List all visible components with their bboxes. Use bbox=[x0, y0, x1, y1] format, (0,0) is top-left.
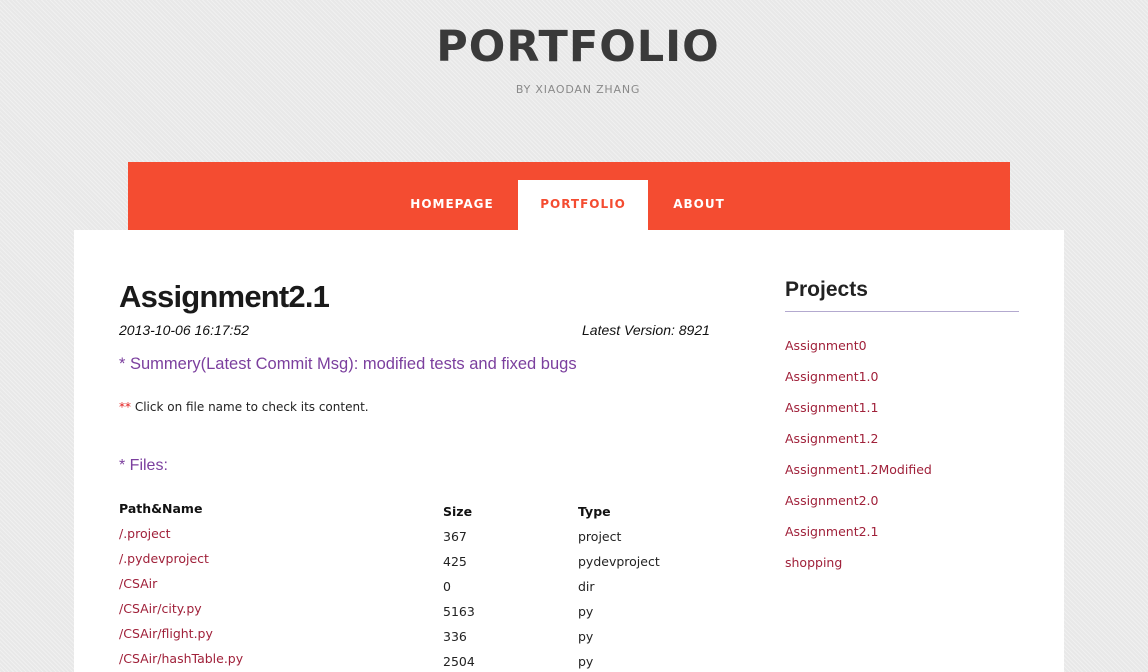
file-size: 425 bbox=[443, 554, 467, 569]
file-type: dir bbox=[578, 579, 595, 594]
file-link[interactable]: /CSAir/hashTable.py bbox=[119, 651, 243, 666]
sidebar-divider bbox=[785, 311, 1019, 312]
file-size: 5163 bbox=[443, 604, 475, 619]
project-link-shopping[interactable]: shopping bbox=[785, 555, 842, 570]
sidebar-title: Projects bbox=[785, 278, 868, 301]
file-size: 2504 bbox=[443, 654, 475, 669]
post-date: 2013-10-06 16:17:52 bbox=[119, 322, 249, 338]
file-link[interactable]: /CSAir/city.py bbox=[119, 601, 202, 616]
project-link-assignment2-1[interactable]: Assignment2.1 bbox=[785, 524, 878, 539]
project-link-assignment2-0[interactable]: Assignment2.0 bbox=[785, 493, 878, 508]
file-type: pydevproject bbox=[578, 554, 660, 569]
file-link[interactable]: /CSAir/flight.py bbox=[119, 626, 213, 641]
column-header-type: Type bbox=[578, 504, 611, 519]
file-size: 367 bbox=[443, 529, 467, 544]
note-stars: ** bbox=[119, 400, 131, 414]
nav-about[interactable]: ABOUT bbox=[654, 180, 744, 230]
files-heading: * Files: bbox=[119, 457, 168, 474]
project-link-assignment1-2-modified[interactable]: Assignment1.2Modified bbox=[785, 462, 932, 477]
file-type: py bbox=[578, 604, 594, 619]
column-header-size: Size bbox=[443, 504, 473, 519]
file-size: 0 bbox=[443, 579, 451, 594]
file-type: project bbox=[578, 529, 622, 544]
file-type: py bbox=[578, 654, 594, 669]
project-link-assignment0[interactable]: Assignment0 bbox=[785, 338, 867, 353]
post-title: Assignment2.1 bbox=[119, 279, 330, 314]
project-link-assignment1-2[interactable]: Assignment1.2 bbox=[785, 431, 878, 446]
instruction-note: ** Click on file name to check its conte… bbox=[119, 400, 369, 414]
file-size: 336 bbox=[443, 629, 467, 644]
note-text: Click on file name to check its content. bbox=[131, 400, 369, 414]
file-link[interactable]: /CSAir bbox=[119, 576, 157, 591]
project-link-assignment1-0[interactable]: Assignment1.0 bbox=[785, 369, 878, 384]
file-type: py bbox=[578, 629, 594, 644]
file-link[interactable]: /.pydevproject bbox=[119, 551, 209, 566]
site-subtitle: BY XIAODAN ZHANG bbox=[515, 83, 641, 96]
commit-summary: * Summery(Latest Commit Msg): modified t… bbox=[119, 355, 577, 373]
post-version: Latest Version: 8921 bbox=[582, 322, 710, 338]
nav-portfolio[interactable]: PORTFOLIO bbox=[518, 180, 648, 230]
column-header-path: Path&Name bbox=[119, 501, 203, 516]
site-title[interactable]: PORTFOLIO bbox=[0, 22, 1148, 72]
nav-homepage[interactable]: HOMEPAGE bbox=[397, 180, 507, 230]
file-link[interactable]: /.project bbox=[119, 526, 171, 541]
project-link-assignment1-1[interactable]: Assignment1.1 bbox=[785, 400, 878, 415]
main-navbar: HOMEPAGE PORTFOLIO ABOUT bbox=[128, 162, 1010, 230]
